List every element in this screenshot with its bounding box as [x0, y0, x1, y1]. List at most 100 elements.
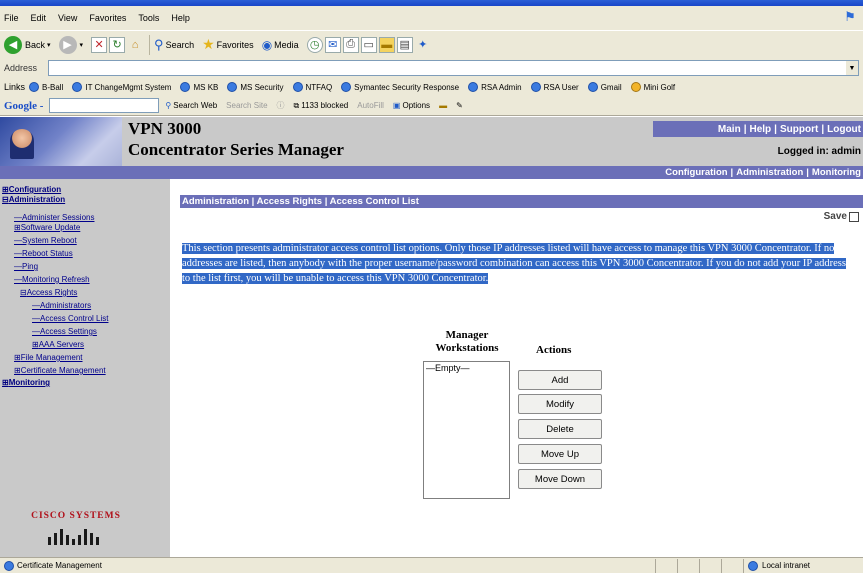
modify-button[interactable]: Modify: [518, 394, 602, 414]
link-bball[interactable]: B-Ball: [29, 82, 63, 92]
product-title-line1: VPN 3000: [128, 119, 202, 138]
tree-item-access-settings[interactable]: —Access Settings: [32, 327, 97, 336]
nav-monitoring[interactable]: Monitoring: [812, 167, 861, 178]
mail-icon[interactable]: ✉: [324, 36, 341, 53]
refresh-icon[interactable]: ↻: [109, 36, 126, 53]
main-link[interactable]: Main: [718, 124, 741, 135]
expand-icon[interactable]: ⊞: [32, 340, 39, 349]
link-rsa-admin[interactable]: RSA Admin: [468, 82, 522, 92]
options-label: Options: [402, 101, 431, 110]
folder-icon[interactable]: ▬: [378, 36, 395, 53]
expand-icon[interactable]: ⊞: [14, 353, 21, 362]
back-arrow-icon: ◀: [4, 35, 22, 54]
manager-workstations-list[interactable]: —Empty—: [423, 361, 510, 499]
collapse-icon[interactable]: ⊟: [20, 288, 27, 297]
tree-item-ping[interactable]: —Ping: [14, 262, 38, 271]
tree-item-administer-sessions[interactable]: —Administer Sessions: [14, 213, 94, 222]
nav-administration[interactable]: Administration: [736, 167, 803, 178]
search-button[interactable]: ⚲ Search: [154, 37, 194, 53]
link-ms-security[interactable]: MS Security: [227, 82, 284, 92]
discuss-icon[interactable]: ▤: [396, 36, 413, 53]
tree-item-access-rights[interactable]: ⊟Access Rights: [20, 288, 77, 297]
tree-item-access-control-list[interactable]: —Access Control List: [32, 314, 108, 323]
tree-item-software-update[interactable]: ⊞Software Update: [14, 223, 80, 232]
address-input[interactable]: ▼: [48, 60, 859, 76]
description-text: This section presents administrator acce…: [182, 243, 846, 284]
google-search-web-button[interactable]: ⚲ Search Web: [165, 101, 217, 110]
golfer-icon: [630, 82, 641, 92]
search-web-label: Search Web: [173, 101, 218, 110]
history-icon[interactable]: ◷: [306, 36, 323, 53]
home-icon[interactable]: ⌂: [127, 37, 143, 53]
tree-item-aaa-servers[interactable]: ⊞AAA Servers: [32, 340, 84, 349]
tree-item-monitoring[interactable]: ⊞Monitoring: [2, 378, 50, 387]
move-up-button[interactable]: Move Up: [518, 444, 602, 464]
google-logo[interactable]: Google -: [4, 100, 43, 112]
menu-help[interactable]: Help: [171, 13, 190, 23]
status-bar: Certificate Management Local intranet: [0, 557, 863, 573]
forward-button[interactable]: ▶ ▾: [58, 35, 84, 54]
print-icon[interactable]: ⎙: [342, 36, 359, 53]
logout-link[interactable]: Logout: [827, 124, 861, 135]
tree-item-reboot-status[interactable]: —Reboot Status: [14, 249, 73, 258]
move-down-button[interactable]: Move Down: [518, 469, 602, 489]
link-ntfaq[interactable]: NTFAQ: [292, 82, 332, 92]
google-search-input[interactable]: [49, 98, 160, 113]
favorites-button[interactable]: ★ Favorites: [202, 36, 254, 53]
forward-dropdown-icon[interactable]: ▾: [80, 41, 84, 49]
autofill-button[interactable]: AutoFill: [357, 101, 384, 110]
tree-item-label: Monitoring: [8, 378, 51, 387]
stop-icon[interactable]: ✕: [91, 36, 108, 53]
ie-page-icon: [530, 82, 541, 92]
tree-item-administration[interactable]: ⊟Administration: [2, 195, 65, 204]
support-link[interactable]: Support: [780, 124, 818, 135]
separator: |: [743, 123, 747, 135]
expand-icon[interactable]: ⊞: [2, 185, 9, 194]
menu-tools[interactable]: Tools: [138, 13, 159, 23]
tree-item-certificate-management[interactable]: ⊞Certificate Management: [14, 366, 106, 375]
tree-item-monitoring-refresh[interactable]: —Monitoring Refresh: [14, 275, 90, 284]
highlighter-icon[interactable]: ✎: [456, 101, 463, 110]
expand-icon[interactable]: ⊞: [14, 223, 21, 232]
add-button[interactable]: Add: [518, 370, 602, 390]
link-rsa-user[interactable]: RSA User: [530, 82, 579, 92]
address-dropdown-icon[interactable]: ▼: [846, 61, 858, 75]
menu-favorites[interactable]: Favorites: [89, 13, 126, 23]
tree-item-administrators[interactable]: —Administrators: [32, 301, 91, 310]
status-cell: [721, 558, 743, 573]
link-symantec[interactable]: Symantec Security Response: [341, 82, 459, 92]
tree-item-system-reboot[interactable]: —System Reboot: [14, 236, 77, 245]
security-zone: Local intranet: [743, 558, 863, 573]
link-ms-kb[interactable]: MS KB: [180, 82, 218, 92]
popup-blocker-button[interactable]: ⧉ 1133 blocked: [294, 101, 349, 111]
autofill-label: AutoFill: [357, 101, 384, 110]
media-button[interactable]: ◉ Media: [262, 38, 299, 52]
pagerank-icon[interactable]: ⓘ: [277, 100, 285, 111]
link-gmail[interactable]: Gmail: [587, 82, 622, 92]
tree-item-configuration[interactable]: ⊞Configuration: [2, 185, 61, 194]
options-icon: ▣: [392, 101, 401, 110]
expand-icon[interactable]: ⊞: [2, 378, 9, 387]
menu-view[interactable]: View: [58, 13, 77, 23]
menu-edit[interactable]: Edit: [31, 13, 47, 23]
cisco-logo-text: CISCO SYSTEMS: [31, 511, 121, 521]
collapse-icon[interactable]: ⊟: [2, 195, 9, 204]
list-item[interactable]: —Empty—: [426, 363, 507, 373]
delete-button[interactable]: Delete: [518, 419, 602, 439]
folder-icon[interactable]: ▬: [439, 101, 447, 110]
menu-file[interactable]: File: [4, 13, 19, 23]
back-dropdown-icon[interactable]: ▾: [47, 41, 51, 49]
link-it-changemgmt[interactable]: IT ChangeMgmt System: [72, 82, 171, 92]
expand-icon[interactable]: ⊞: [14, 366, 21, 375]
top-nav: Configuration | Administration | Monitorin…: [0, 166, 863, 179]
messenger-icon[interactable]: ✦: [415, 37, 431, 53]
edit-icon[interactable]: ▭: [360, 36, 377, 53]
nav-configuration[interactable]: Configuration: [665, 167, 727, 178]
google-search-site-button[interactable]: Search Site: [226, 101, 267, 110]
help-link[interactable]: Help: [750, 124, 772, 135]
google-options-button[interactable]: ▣ Options: [393, 101, 430, 110]
tree-item-file-management[interactable]: ⊞File Management: [14, 353, 83, 362]
link-mini-golf[interactable]: Mini Golf: [630, 82, 675, 92]
save-button[interactable]: Save: [824, 211, 859, 222]
back-button[interactable]: ◀ Back ▾: [4, 35, 51, 54]
